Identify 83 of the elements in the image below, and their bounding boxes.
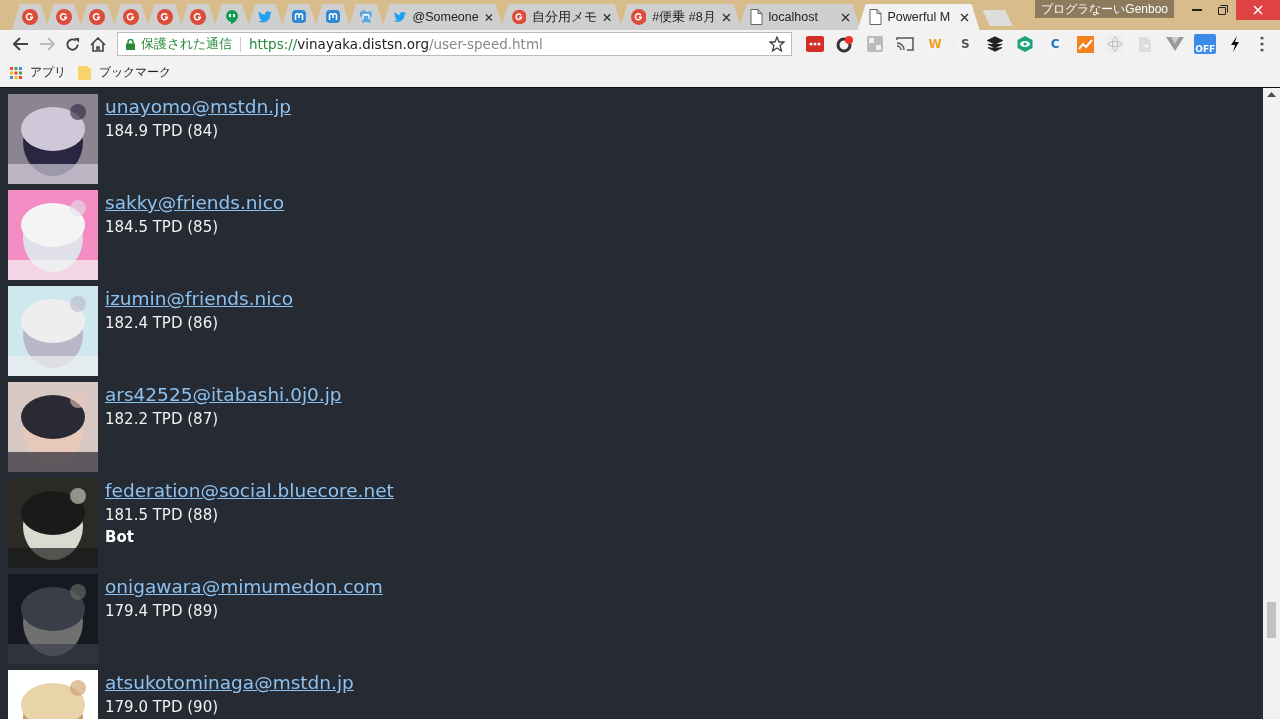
page-icon	[749, 9, 763, 25]
lock-icon	[125, 38, 135, 50]
google-plus-icon	[190, 9, 207, 25]
browser-tab[interactable]: #便乗 #8月	[619, 4, 742, 30]
apps-grid-icon	[10, 66, 22, 79]
browser-tab[interactable]: localhost	[738, 4, 861, 30]
browser-tab[interactable]	[112, 4, 150, 30]
forward-icon[interactable]	[38, 37, 55, 51]
browser-tab[interactable]	[314, 4, 351, 30]
scroll-up-icon[interactable]	[1267, 92, 1276, 97]
profile-button[interactable]: プログラなーいGenboo	[1035, 0, 1174, 18]
browser-tab[interactable]	[179, 4, 217, 30]
close-icon[interactable]	[603, 12, 612, 22]
chat-bubble-icon	[223, 9, 240, 25]
speed-text: 184.9 TPD (84)	[105, 121, 219, 142]
bird-icon	[392, 9, 407, 25]
atom-icon[interactable]	[1106, 35, 1125, 53]
bookmark[interactable]: アプリ	[10, 62, 72, 83]
speed-text: 182.2 TPD (87)	[105, 409, 219, 430]
dots-icon[interactable]	[806, 36, 825, 52]
browser-tab[interactable]	[45, 4, 83, 30]
mastodon-icon	[358, 9, 375, 25]
lightning-icon[interactable]	[1230, 36, 1241, 52]
account-link[interactable]: atsukotominaga@mstdn.jp	[105, 672, 354, 694]
bird-icon	[257, 9, 274, 25]
google-plus-icon	[511, 9, 527, 25]
browser-tab[interactable]: Powerful M	[857, 4, 980, 30]
url-text: https://vinayaka.distsn.org/user-speed.html	[248, 36, 543, 52]
chart-icon[interactable]	[1076, 35, 1094, 53]
browser-tab[interactable]	[213, 4, 251, 30]
star-icon[interactable]	[769, 36, 786, 52]
mastodon-icon	[291, 9, 308, 25]
browser-tab[interactable]	[247, 4, 284, 30]
bookmark[interactable]: ブックマーク	[78, 62, 177, 83]
speed-text: 184.5 TPD (85)	[105, 217, 219, 238]
close-icon	[1253, 5, 1263, 15]
close-icon[interactable]	[959, 12, 969, 22]
browser-tab[interactable]	[12, 4, 49, 30]
security-label: 保護された通信	[140, 35, 232, 53]
address-bar[interactable]: 保護された通信 https://vinayaka.distsn.org/user-speed.html	[116, 32, 793, 56]
scrollbar[interactable]	[1263, 88, 1280, 719]
account-link[interactable]: sakky@friends.nico	[105, 192, 285, 214]
browser-tab[interactable]	[280, 4, 318, 30]
close-icon[interactable]	[840, 12, 850, 22]
account-link[interactable]: unayomo@mstdn.jp	[105, 96, 292, 118]
browser-tab[interactable]: 自分用メモ	[500, 4, 623, 30]
ring-icon[interactable]	[836, 35, 855, 53]
close-icon[interactable]	[484, 12, 493, 22]
google-plus-icon	[156, 9, 173, 25]
eye-icon[interactable]	[1016, 35, 1035, 53]
speed-text: 179.0 TPD (90)	[105, 697, 219, 718]
browser-tab[interactable]	[146, 4, 183, 30]
google-plus-icon	[630, 9, 647, 25]
speed-text: 182.4 TPD (86)	[105, 313, 219, 334]
v-icon[interactable]	[1166, 37, 1185, 51]
folder-icon	[78, 65, 91, 80]
restore-icon[interactable]	[1218, 5, 1228, 15]
layers-icon[interactable]	[987, 36, 1004, 52]
google-plus-icon	[22, 9, 39, 25]
bot-label: Bot	[105, 527, 134, 548]
scrollbar-thumb[interactable]	[1267, 602, 1276, 638]
google-plus-icon	[89, 9, 106, 25]
account-link[interactable]: izumin@friends.nico	[105, 288, 293, 310]
account-link[interactable]: onigawara@mimumedon.com	[105, 576, 383, 598]
mastodon-icon	[324, 9, 341, 25]
google-plus-icon	[55, 9, 72, 25]
account-link[interactable]: federation@social.bluecore.net	[105, 480, 394, 502]
close-window-button[interactable]	[1236, 0, 1280, 20]
browser-tab[interactable]: @Someone	[381, 4, 504, 30]
menu-icon[interactable]	[1260, 36, 1265, 52]
speed-text: 181.5 TPD (88)	[105, 505, 219, 526]
page-icon	[868, 9, 882, 25]
browser-tab[interactable]	[79, 4, 116, 30]
speed-text: 179.4 TPD (89)	[105, 601, 219, 622]
grid-icon[interactable]	[867, 36, 884, 52]
home-icon[interactable]	[90, 36, 107, 52]
google-plus-icon	[123, 9, 140, 25]
account-link[interactable]: ars42525@itabashi.0j0.jp	[105, 384, 342, 406]
close-icon[interactable]	[721, 12, 731, 22]
browser-tab[interactable]	[347, 4, 385, 30]
back-icon[interactable]	[12, 37, 29, 51]
reload-icon[interactable]	[64, 36, 80, 52]
cast-icon[interactable]	[896, 37, 915, 51]
